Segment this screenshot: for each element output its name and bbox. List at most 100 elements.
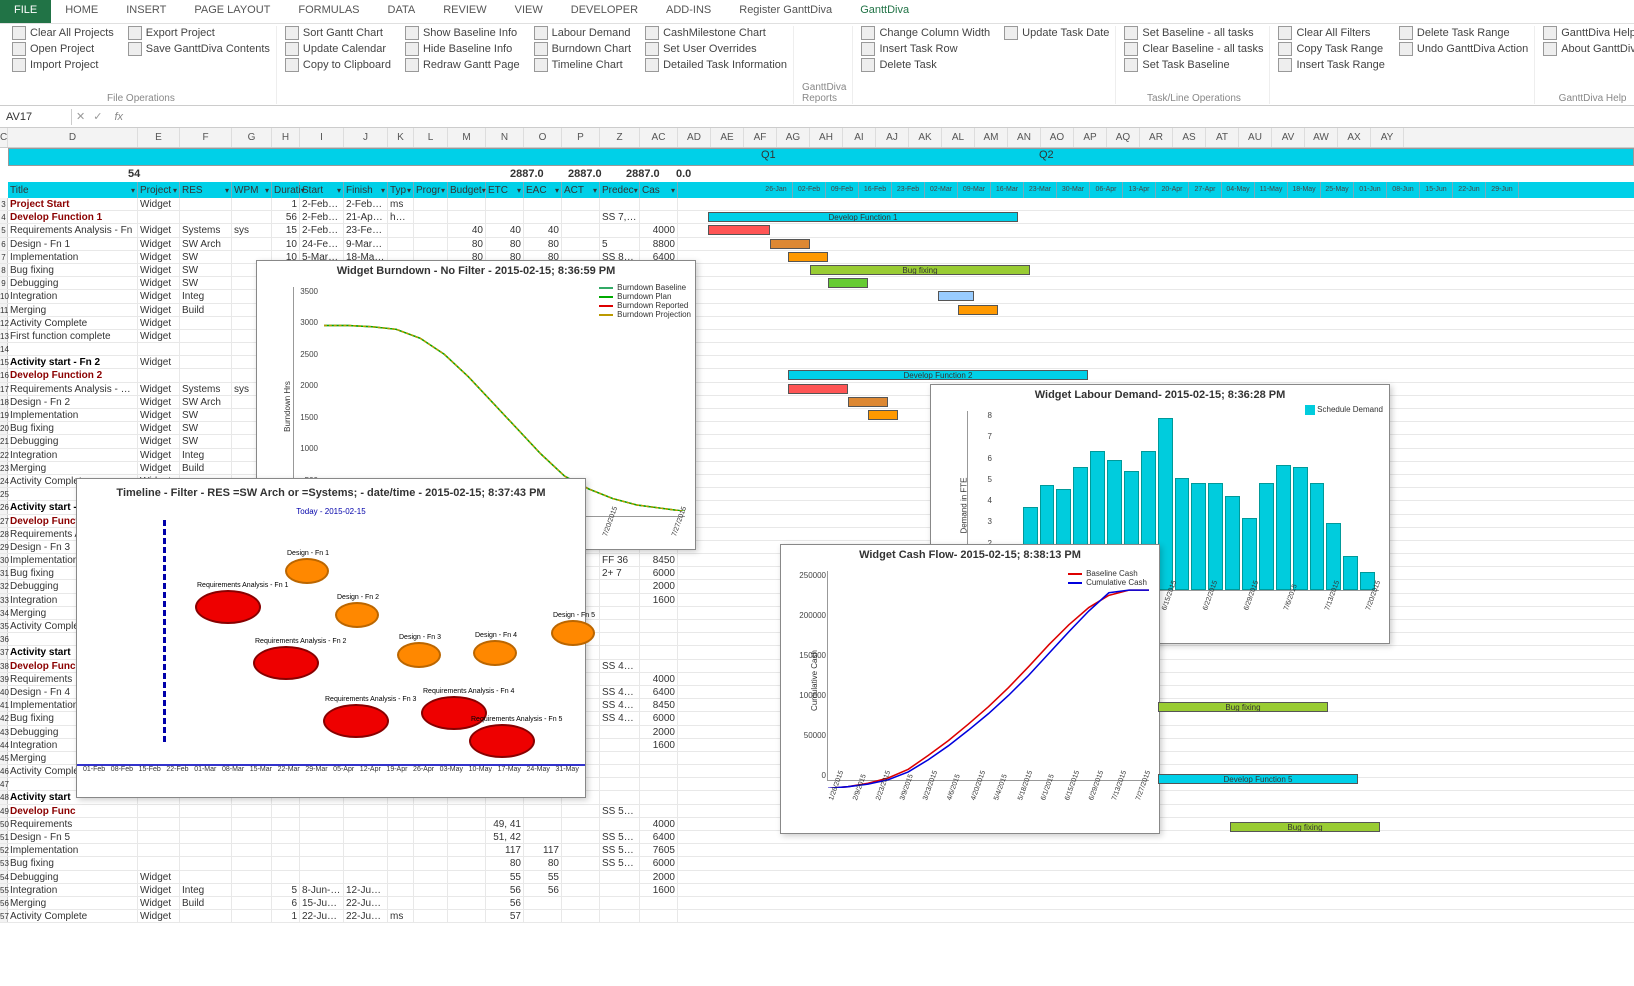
task-row[interactable]: 16Develop Function 2FF 26Develop Functio… xyxy=(0,369,1634,382)
ribbon-clear-all-filters[interactable]: Clear All Filters xyxy=(1278,26,1384,40)
ribbon-change-column-width[interactable]: Change Column Width xyxy=(861,26,990,40)
tab-addins[interactable]: ADD-INS xyxy=(652,0,725,23)
task-row[interactable]: 3Project StartWidget12-Feb-152-Feb-15ms xyxy=(0,198,1634,211)
col-header-AN[interactable]: AN xyxy=(1008,128,1041,147)
col-header-H[interactable]: H xyxy=(272,128,300,147)
col-header-I[interactable]: I xyxy=(300,128,344,147)
ribbon-save-ganttdiva-contents[interactable]: Save GanttDiva Contents xyxy=(128,42,270,56)
task-header-budget[interactable]: Budget▾ xyxy=(448,182,486,198)
col-header-O[interactable]: O xyxy=(524,128,562,147)
task-row[interactable]: 53Bug fixing8080SS 53+ 76000 xyxy=(0,857,1634,870)
name-box[interactable]: AV17 xyxy=(0,109,72,125)
task-header-predec[interactable]: Predec▾ xyxy=(600,182,640,198)
col-header-AT[interactable]: AT xyxy=(1206,128,1239,147)
task-row[interactable]: 5Requirements Analysis - FnWidgetSystems… xyxy=(0,224,1634,237)
gantt-bar[interactable] xyxy=(958,305,998,315)
task-row[interactable]: 6Design - Fn 1WidgetSW Arch1024-Feb-159-… xyxy=(0,238,1634,251)
cancel-icon[interactable]: ✕ xyxy=(72,110,89,123)
task-header-title[interactable]: Title▾ xyxy=(8,182,138,198)
col-header-D[interactable]: D xyxy=(8,128,138,147)
task-row[interactable]: 9DebuggingWidgetSW76000 xyxy=(0,277,1634,290)
col-header-C[interactable]: C xyxy=(0,128,8,147)
col-header-AY[interactable]: AY xyxy=(1371,128,1404,147)
ribbon-insert-task-row[interactable]: Insert Task Row xyxy=(861,42,990,56)
task-row[interactable]: 7ImplementationWidgetSW105-Mar-1518-Mar-… xyxy=(0,251,1634,264)
file-tab[interactable]: FILE xyxy=(0,0,51,23)
gantt-bar[interactable] xyxy=(828,278,868,288)
gantt-bar[interactable]: Develop Function 1 xyxy=(708,212,1018,222)
task-row[interactable]: 12Activity CompleteWidget3+ 1 xyxy=(0,317,1634,330)
ribbon-ganttdiva-help[interactable]: GanttDiva Help xyxy=(1543,26,1634,40)
filter-icon[interactable]: ▾ xyxy=(225,186,229,195)
tab-register[interactable]: Register GanttDiva xyxy=(725,0,846,23)
ribbon-insert-task-range[interactable]: Insert Task Range xyxy=(1278,58,1384,72)
col-header-K[interactable]: K xyxy=(388,128,414,147)
ribbon-redraw-gantt-page[interactable]: Redraw Gantt Page xyxy=(405,58,520,72)
col-header-AX[interactable]: AX xyxy=(1338,128,1371,147)
cashflow-chart[interactable]: Widget Cash Flow- 2015-02-15; 8:38:13 PM… xyxy=(780,544,1160,834)
gantt-bar[interactable]: Bug fixing xyxy=(1158,702,1328,712)
filter-icon[interactable]: ▾ xyxy=(407,186,411,195)
filter-icon[interactable]: ▾ xyxy=(517,186,521,195)
timeline-node[interactable]: Requirements Analysis - Fn 3 xyxy=(323,704,389,738)
col-header-AE[interactable]: AE xyxy=(711,128,744,147)
tab-pagelayout[interactable]: PAGE LAYOUT xyxy=(180,0,284,23)
tab-formulas[interactable]: FORMULAS xyxy=(284,0,373,23)
filter-icon[interactable]: ▾ xyxy=(337,186,341,195)
col-header-AF[interactable]: AF xyxy=(744,128,777,147)
task-row[interactable]: 13First function completeWidget xyxy=(0,330,1634,343)
ribbon-set-user-overrides[interactable]: Set User Overrides xyxy=(645,42,787,56)
filter-icon[interactable]: ▾ xyxy=(634,186,638,195)
timeline-node[interactable]: Requirements Analysis - Fn 2 xyxy=(253,646,319,680)
col-header-AW[interactable]: AW xyxy=(1305,128,1338,147)
col-header-AU[interactable]: AU xyxy=(1239,128,1272,147)
formula-input[interactable] xyxy=(131,107,1634,126)
gantt-bar[interactable] xyxy=(788,384,848,394)
tab-view[interactable]: VIEW xyxy=(501,0,557,23)
task-row[interactable]: 57Activity CompleteWidget122-Jun-1522-Ju… xyxy=(0,910,1634,923)
timeline-chart[interactable]: Timeline - Filter - RES =SW Arch or =Sys… xyxy=(76,478,586,798)
task-header-wpm[interactable]: WPM▾ xyxy=(232,182,272,198)
ribbon-open-project[interactable]: Open Project xyxy=(12,42,114,56)
ribbon-sort-gantt-chart[interactable]: Sort Gantt Chart xyxy=(285,26,391,40)
task-header-project[interactable]: Project▾ xyxy=(138,182,180,198)
ribbon-hide-baseline-info[interactable]: Hide Baseline Info xyxy=(405,42,520,56)
task-row[interactable]: 54DebuggingWidget55552000 xyxy=(0,871,1634,884)
ribbon-burndown-chart[interactable]: Burndown Chart xyxy=(534,42,632,56)
gantt-bar[interactable] xyxy=(868,410,898,420)
enter-icon[interactable]: ✓ xyxy=(89,110,106,123)
timeline-node[interactable]: Design - Fn 2 xyxy=(335,602,379,628)
col-header-AJ[interactable]: AJ xyxy=(876,128,909,147)
ribbon-update-task-date[interactable]: Update Task Date xyxy=(1004,26,1109,40)
task-row[interactable]: 10IntegrationWidgetInteg2000 xyxy=(0,290,1634,303)
gantt-bar[interactable]: Bug fixing xyxy=(1230,822,1380,832)
task-row[interactable]: 55IntegrationWidgetInteg58-Jun-1512-Jun-… xyxy=(0,884,1634,897)
col-header-AP[interactable]: AP xyxy=(1074,128,1107,147)
col-header-P[interactable]: P xyxy=(562,128,600,147)
ribbon-copy-task-range[interactable]: Copy Task Range xyxy=(1278,42,1384,56)
gantt-bar[interactable] xyxy=(770,239,810,249)
ribbon-delete-task-range[interactable]: Delete Task Range xyxy=(1399,26,1528,40)
gantt-bar[interactable]: Bug fixing xyxy=(810,265,1030,275)
task-row[interactable]: 11MergingWidgetBuild2400 xyxy=(0,304,1634,317)
ribbon-about-ganttdiva[interactable]: About GanttDiva xyxy=(1543,42,1634,56)
col-header-AG[interactable]: AG xyxy=(777,128,810,147)
gantt-bar[interactable]: Develop Function 5 xyxy=(1158,774,1358,784)
timeline-node[interactable]: Design - Fn 4 xyxy=(473,640,517,666)
task-row[interactable]: 15Activity start - Fn 2Widget xyxy=(0,356,1634,369)
filter-icon[interactable]: ▾ xyxy=(381,186,385,195)
task-row[interactable]: 8Bug fixingWidgetSWFF 138450Bug fixing xyxy=(0,264,1634,277)
filter-icon[interactable]: ▾ xyxy=(593,186,597,195)
ribbon-clear-baseline-all-tasks[interactable]: Clear Baseline - all tasks xyxy=(1124,42,1263,56)
col-header-AL[interactable]: AL xyxy=(942,128,975,147)
ribbon-labour-demand[interactable]: Labour Demand xyxy=(534,26,632,40)
filter-icon[interactable]: ▾ xyxy=(265,186,269,195)
ribbon-copy-to-clipboard[interactable]: Copy to Clipboard xyxy=(285,58,391,72)
tab-ganttdiva[interactable]: GanttDiva xyxy=(846,0,923,23)
task-header-etc[interactable]: ETC▾ xyxy=(486,182,524,198)
timeline-node[interactable]: Requirements Analysis - Fn 5 xyxy=(469,724,535,758)
timeline-node[interactable]: Requirements Analysis - Fn 1 xyxy=(195,590,261,624)
gantt-bar[interactable] xyxy=(708,225,770,235)
tab-developer[interactable]: DEVELOPER xyxy=(557,0,652,23)
col-header-AD[interactable]: AD xyxy=(678,128,711,147)
